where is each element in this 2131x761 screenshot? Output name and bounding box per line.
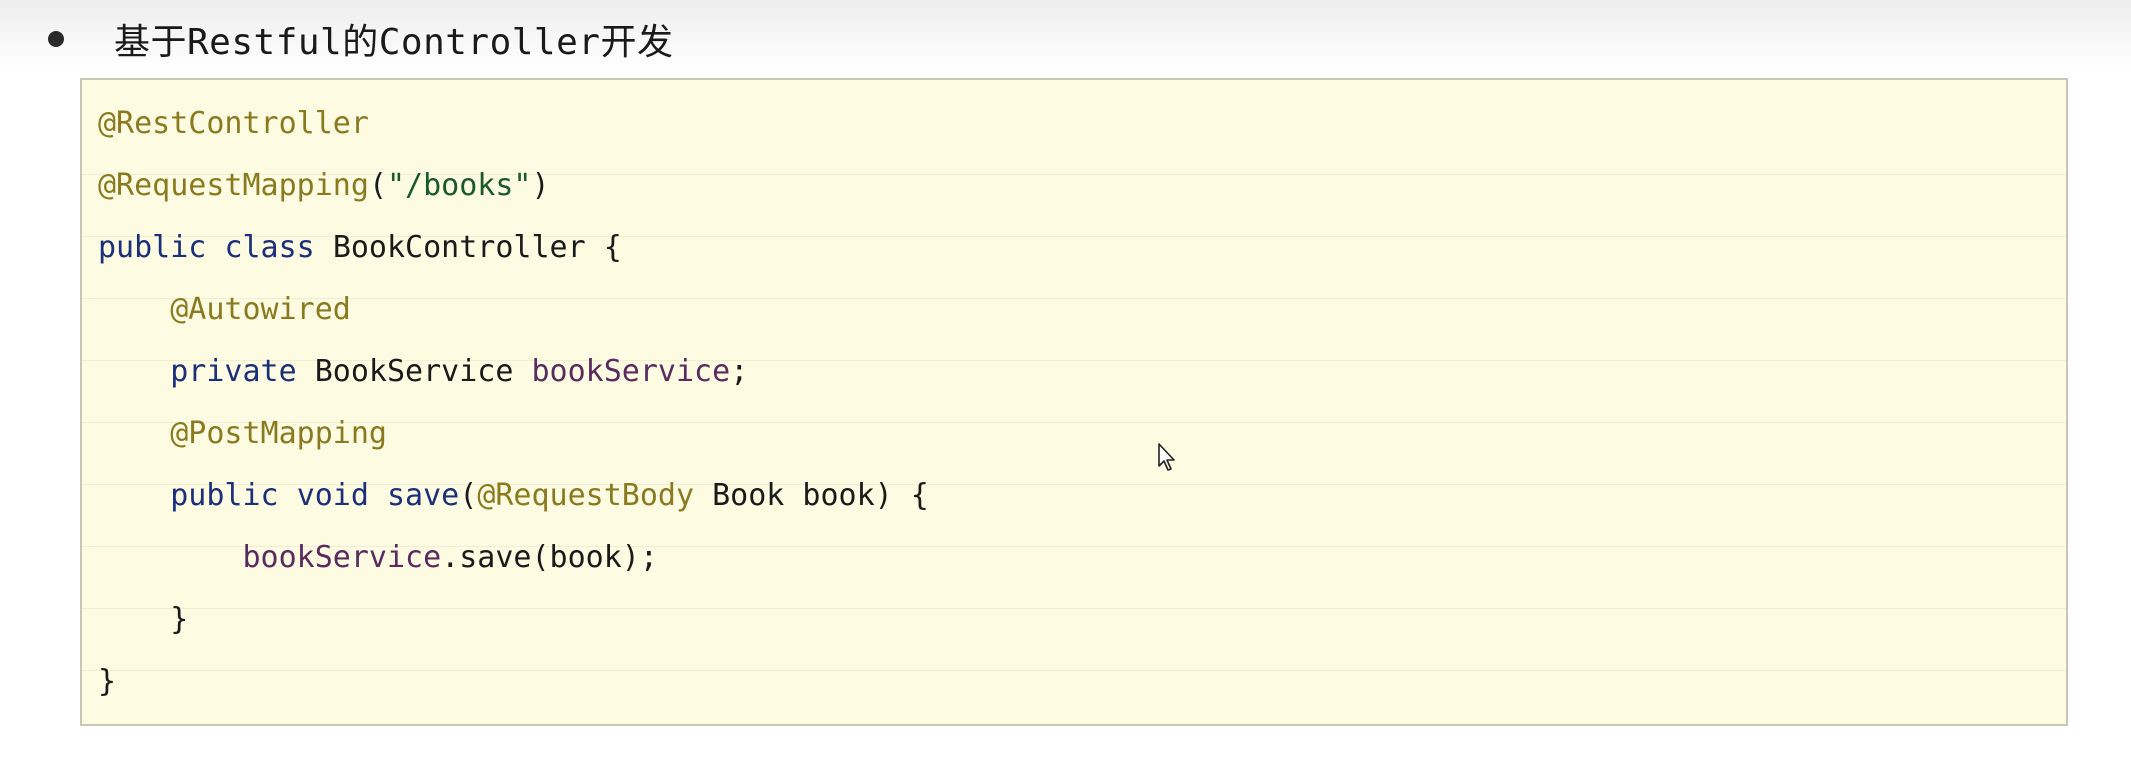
heading-text: 基于Restful的Controller开发: [114, 22, 674, 63]
call-token: .save(book);: [441, 540, 658, 575]
field-token: bookService: [531, 354, 731, 389]
annotation-token: @Autowired: [170, 292, 351, 327]
code-line-3: public class BookController {: [98, 222, 622, 274]
line-separator: [82, 608, 2066, 609]
type-token: BookService: [314, 354, 514, 389]
code-line-7: public void save(@RequestBody Book book)…: [98, 470, 929, 522]
code-block: @RestController @RequestMapping("/books"…: [80, 78, 2068, 726]
keyword-token: private: [170, 354, 297, 389]
code-line-2: @RequestMapping("/books"): [98, 160, 550, 212]
annotation-token: @PostMapping: [170, 416, 387, 451]
line-separator: [82, 670, 2066, 671]
keyword-token: void: [296, 478, 369, 513]
paren-token: (: [459, 478, 478, 513]
code-line-1: @RestController: [98, 98, 369, 150]
annotation-token: @RequestBody: [477, 478, 695, 513]
annotation-token: @RequestMapping: [98, 168, 369, 203]
code-line-6: @PostMapping: [98, 408, 387, 460]
params-token: Book book) {: [712, 478, 929, 513]
brace-token: }: [170, 602, 189, 637]
line-separator: [82, 298, 2066, 299]
paren-token: ): [531, 168, 550, 203]
code-line-8: bookService.save(book);: [98, 532, 658, 584]
class-name-token: BookController: [332, 230, 586, 265]
code-line-5: private BookService bookService;: [98, 346, 748, 398]
keyword-token: public: [98, 230, 207, 265]
semicolon-token: ;: [730, 354, 749, 389]
code-line-10: }: [98, 656, 116, 708]
annotation-token: @RestController: [98, 106, 369, 141]
paren-token: (: [368, 168, 387, 203]
bullet-icon: [48, 31, 64, 47]
keyword-token: public: [170, 478, 279, 513]
field-token: bookService: [242, 540, 442, 575]
code-line-4: @Autowired: [98, 284, 351, 336]
brace-token: {: [603, 230, 622, 265]
section-heading: 基于Restful的Controller开发: [48, 8, 673, 70]
brace-token: }: [98, 664, 117, 699]
keyword-token: class: [224, 230, 315, 265]
code-line-9: }: [98, 594, 188, 646]
string-token: "/books": [387, 168, 532, 203]
mouse-pointer-icon: [1158, 443, 1175, 471]
method-token: save: [387, 478, 460, 513]
